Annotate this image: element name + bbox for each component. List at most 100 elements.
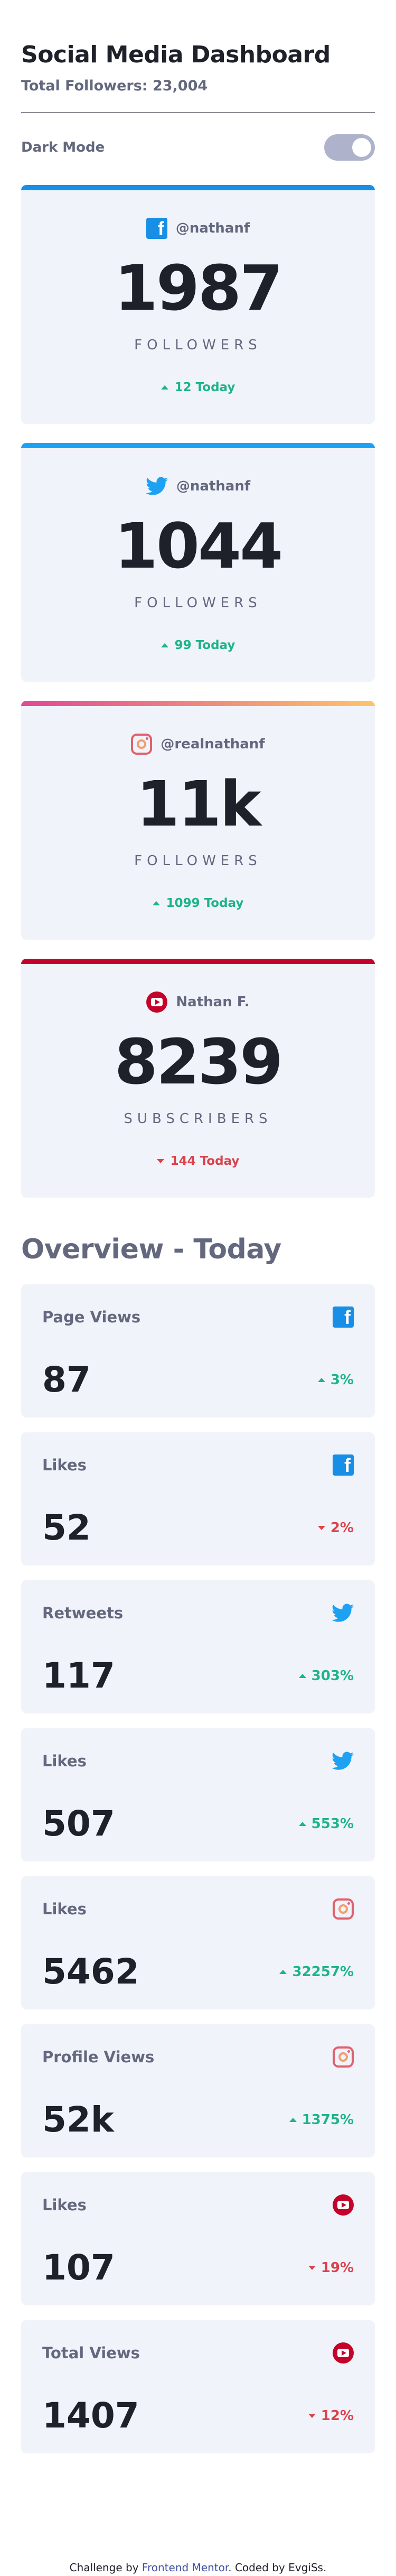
account-handle: @nathanf [176, 478, 251, 494]
follower-count: 1044 [114, 509, 283, 582]
card-accent-bar [21, 443, 375, 448]
attribution: Challenge by Frontend Mentor. Coded by E… [0, 2561, 396, 2574]
overview-percent-text: 32257% [292, 1964, 354, 1980]
overview-card[interactable]: Likes 5462 32257% [21, 1876, 375, 2009]
today-change: 1099 Today [21, 896, 375, 910]
follower-card-twitter[interactable]: @nathanf 1044 FOLLOWERS 99 Today [21, 443, 375, 682]
overview-value: 5462 [42, 1951, 139, 1992]
twitter-icon [145, 477, 168, 496]
frontend-mentor-link[interactable]: Frontend Mentor [142, 2561, 228, 2574]
today-change: 99 Today [21, 638, 375, 652]
overview-percent: 12% [308, 2408, 354, 2424]
overview-card-header: Likes [42, 1749, 354, 1773]
today-change: 12 Today [21, 381, 375, 394]
handle-row: Nathan F. [21, 959, 375, 1013]
overview-label: Likes [42, 1456, 87, 1474]
overview-value: 117 [42, 1655, 115, 1696]
twitter-icon [332, 1752, 354, 1771]
overview-label: Retweets [42, 1604, 124, 1622]
overview-label: Page Views [42, 1308, 141, 1326]
today-change-text: 1099 Today [166, 896, 244, 910]
card-accent-bar [21, 701, 375, 706]
overview-card-body: 107 19% [42, 2250, 354, 2285]
overview-card[interactable]: Retweets 117 303% [21, 1580, 375, 1713]
overview-percent: 32257% [279, 1964, 354, 1980]
total-followers: Total Followers: 23,004 [21, 78, 208, 94]
overview-card-header: Profile Views [42, 2045, 354, 2069]
overview-percent: 1375% [289, 2112, 354, 2128]
account-handle: Nathan F. [176, 994, 250, 1010]
overview-percent-text: 12% [320, 2408, 354, 2424]
overview-card[interactable]: Likes 107 19% [21, 2172, 375, 2305]
overview-card-body: 117 303% [42, 1658, 354, 1693]
header: Social Media Dashboard Total Followers: … [21, 0, 375, 182]
overview-card-body: 5462 32257% [42, 1954, 354, 1989]
dark-mode-toggle[interactable] [324, 134, 375, 161]
overview-card[interactable]: Likes 507 553% [21, 1728, 375, 1861]
account-handle: @realnathanf [161, 736, 265, 752]
instagram-icon [333, 1898, 354, 1920]
overview-card-header: Retweets [42, 1601, 354, 1625]
attribution-suffix: . Coded by EvgiSs. [228, 2561, 327, 2574]
follower-unit: FOLLOWERS [134, 337, 262, 353]
facebook-icon: f [333, 1454, 354, 1476]
overview-percent: 553% [298, 1816, 354, 1832]
facebook-icon: f [146, 218, 167, 239]
overview-card-body: 1407 12% [42, 2398, 354, 2433]
overview-value: 507 [42, 1803, 115, 1844]
overview-card-body: 52k 1375% [42, 2102, 354, 2137]
overview-percent-text: 553% [311, 1816, 354, 1832]
youtube-icon [333, 2194, 354, 2216]
overview-card-body: 52 2% [42, 1511, 354, 1545]
overview-label: Total Views [42, 2344, 140, 2362]
youtube-icon [333, 2342, 354, 2364]
overview-card[interactable]: Profile Views 52k 1375% [21, 2024, 375, 2157]
twitter-icon [332, 1604, 354, 1623]
overview-value: 107 [42, 2247, 115, 2288]
arrow-up-icon [161, 385, 168, 390]
overview-card[interactable]: Likes f 52 2% [21, 1432, 375, 1565]
follower-count: 11k [136, 767, 261, 840]
arrow-down-icon [317, 1526, 325, 1530]
follower-card-youtube[interactable]: Nathan F. 8239 SUBSCRIBERS 144 Today [21, 959, 375, 1198]
arrow-up-icon [279, 1970, 287, 1974]
overview-card[interactable]: Page Views f 87 3% [21, 1284, 375, 1417]
overview-card-body: 87 3% [42, 1363, 354, 1397]
dark-mode-row: Dark Mode [21, 113, 375, 182]
follower-card-facebook[interactable]: f @nathanf 1987 FOLLOWERS 12 Today [21, 185, 375, 424]
page-title: Social Media Dashboard [21, 41, 331, 68]
arrow-up-icon [152, 901, 160, 905]
overview-label: Likes [42, 1752, 87, 1770]
overview-percent: 3% [317, 1372, 354, 1388]
follower-card-instagram[interactable]: @realnathanf 11k FOLLOWERS 1099 Today [21, 701, 375, 940]
follower-cards: f @nathanf 1987 FOLLOWERS 12 Today @nathanf 10… [21, 185, 375, 1198]
account-handle: @nathanf [175, 220, 250, 236]
overview-percent-text: 3% [330, 1372, 354, 1388]
arrow-down-icon [308, 2266, 316, 2270]
handle-row: @nathanf [21, 443, 375, 497]
follower-unit: SUBSCRIBERS [124, 1111, 272, 1127]
overview-percent: 2% [317, 1520, 354, 1536]
overview-percent: 303% [298, 1668, 354, 1684]
card-accent-bar [21, 959, 375, 964]
overview-label: Likes [42, 2196, 87, 2214]
arrow-down-icon [156, 1159, 164, 1163]
overview-value: 87 [42, 1359, 91, 1400]
overview-value: 1407 [42, 2395, 139, 2436]
arrow-up-icon [298, 1674, 306, 1678]
follower-unit: FOLLOWERS [134, 595, 262, 611]
arrow-up-icon [161, 643, 168, 647]
youtube-icon [146, 992, 168, 1013]
overview-card-header: Total Views [42, 2341, 354, 2365]
card-accent-bar [21, 185, 375, 190]
overview-value: 52k [42, 2099, 114, 2140]
overview-percent-text: 303% [311, 1668, 354, 1684]
overview-cards: Page Views f 87 3% Likes f 52 2% Retweets 117 303%… [21, 1284, 375, 2453]
overview-title: Overview - Today [21, 1234, 281, 1265]
arrow-down-icon [308, 2414, 316, 2418]
today-change-text: 99 Today [174, 638, 235, 652]
instagram-icon [333, 2046, 354, 2068]
handle-row: f @nathanf [21, 185, 375, 239]
attribution-prefix: Challenge by [69, 2561, 142, 2574]
overview-card[interactable]: Total Views 1407 12% [21, 2320, 375, 2453]
